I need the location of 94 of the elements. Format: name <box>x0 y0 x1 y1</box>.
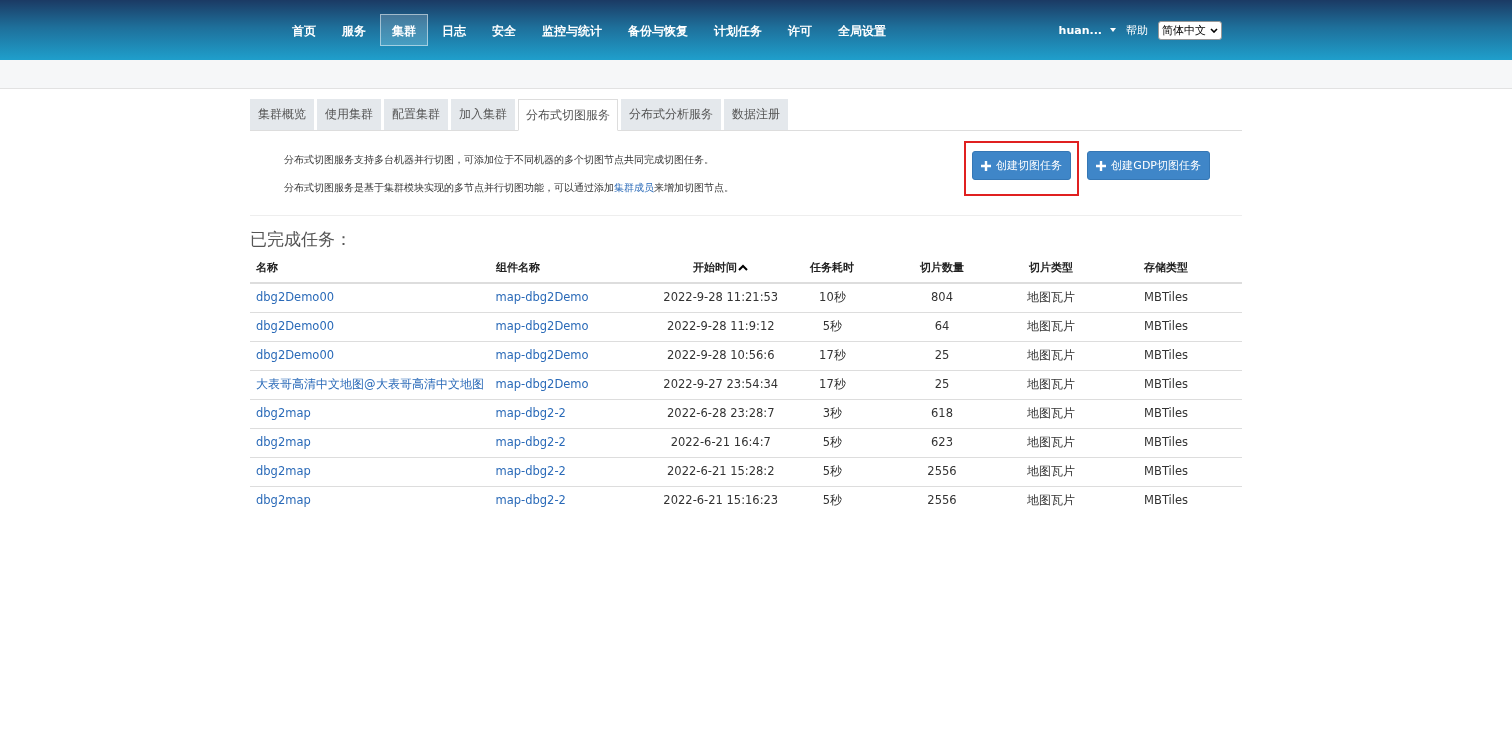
table-cell: 地图瓦片 <box>1027 435 1076 449</box>
tab[interactable]: 集群概览 <box>250 99 314 130</box>
column-header[interactable]: 切片类型 <box>1012 255 1091 283</box>
column-header[interactable]: 切片数量 <box>871 255 1013 283</box>
nav-item[interactable]: 首页 <box>280 14 328 46</box>
table-cell: 2022-9-28 10:56:6 <box>667 348 775 362</box>
column-header[interactable]: 名称 <box>250 255 490 283</box>
tab[interactable]: 数据注册 <box>724 99 788 130</box>
create-task-button[interactable]: 创建GDP切图任务 <box>1087 151 1210 180</box>
table-link[interactable]: dbg2Demo00 <box>256 290 335 304</box>
nav-item[interactable]: 日志 <box>430 14 478 46</box>
column-header[interactable]: 存储类型 <box>1090 255 1242 283</box>
table-cell: 2022-6-21 15:16:23 <box>663 493 779 507</box>
table-cell: 618 <box>931 406 953 420</box>
table-cell: 地图瓦片 <box>1027 464 1076 478</box>
table-cell: 25 <box>934 377 950 391</box>
table-link[interactable]: map-dbg2-2 <box>495 464 566 478</box>
table-cell: 804 <box>931 290 953 304</box>
table-link[interactable]: map-dbg2-2 <box>495 493 566 507</box>
table-cell: 2022-9-27 23:54:34 <box>663 377 779 391</box>
table-cell: 5秒 <box>822 493 843 507</box>
tab[interactable]: 加入集群 <box>451 99 515 130</box>
column-header[interactable]: 组件名称 <box>489 255 649 283</box>
caret-icon <box>1110 28 1116 32</box>
table-cell: 2022-6-21 15:28:2 <box>667 464 775 478</box>
table-cell: 2556 <box>927 493 957 507</box>
table-cell: MBTiles <box>1144 464 1189 478</box>
table-cell: MBTiles <box>1144 377 1189 391</box>
plus-icon <box>1096 160 1107 171</box>
table-link[interactable]: dbg2Demo00 <box>256 348 335 362</box>
nav-item[interactable]: 集群 <box>380 14 428 46</box>
table-cell: MBTiles <box>1144 348 1189 362</box>
tab[interactable]: 分布式分析服务 <box>621 99 721 130</box>
table-link[interactable]: map-dbg2-2 <box>495 406 566 420</box>
plus-icon <box>981 160 992 171</box>
sort-up-icon <box>738 264 749 271</box>
section-title: 已完成任务： <box>250 228 353 251</box>
table-cell: 地图瓦片 <box>1027 377 1076 391</box>
table-link[interactable]: 大表哥高清中文地图@大表哥高清中文地图 <box>256 377 484 391</box>
table-link[interactable]: dbg2map <box>256 464 311 478</box>
column-header[interactable]: 开始时间 <box>648 255 794 283</box>
table-link[interactable]: dbg2map <box>256 406 311 420</box>
create-task-button[interactable]: 创建切图任务 <box>972 151 1072 180</box>
table-cell: MBTiles <box>1144 319 1189 333</box>
table-link[interactable]: map-dbg2-2 <box>495 435 566 449</box>
table-cell: 2022-6-28 23:28:7 <box>667 406 775 420</box>
nav-item[interactable]: 许可 <box>776 14 824 46</box>
nav-item[interactable]: 监控与统计 <box>530 14 614 46</box>
help-link[interactable]: 帮助 <box>1126 22 1148 38</box>
table-link[interactable]: map-dbg2Demo <box>495 290 589 304</box>
description-text: 分布式切图服务是基于集群模块实现的多节点并行切图功能，可以通过添加集群成员来增加切图节点。 <box>284 181 734 195</box>
table-link[interactable]: map-dbg2Demo <box>495 377 589 391</box>
table-link[interactable]: dbg2map <box>256 493 311 507</box>
table-cell: 17秒 <box>819 348 846 362</box>
nav-item[interactable]: 服务 <box>330 14 378 46</box>
cluster-members-link[interactable]: 集群成员 <box>614 182 654 193</box>
table-cell: 地图瓦片 <box>1027 406 1076 420</box>
table-cell: MBTiles <box>1144 493 1189 507</box>
description-text: 分布式切图服务支持多台机器并行切图，可添加位于不同机器的多个切图节点共同完成切图任务。 <box>284 153 715 167</box>
table-cell: 5秒 <box>822 464 843 478</box>
tab[interactable]: 使用集群 <box>317 99 381 130</box>
table-cell: 2022-6-21 16:4:7 <box>670 435 771 449</box>
nav-item[interactable]: 计划任务 <box>702 14 774 46</box>
table-cell: 17秒 <box>819 377 846 391</box>
tab[interactable]: 分布式切图服务 <box>518 99 618 131</box>
table-cell: 地图瓦片 <box>1027 319 1076 333</box>
nav-item[interactable]: 安全 <box>480 14 528 46</box>
table-link[interactable]: map-dbg2Demo <box>495 319 589 333</box>
nav-item[interactable]: 备份与恢复 <box>616 14 700 46</box>
table-cell: 623 <box>931 435 953 449</box>
table-link[interactable]: dbg2map <box>256 435 311 449</box>
chevron-down-icon <box>1210 27 1218 33</box>
table-cell: 2556 <box>927 464 957 478</box>
column-header[interactable]: 任务耗时 <box>793 255 872 283</box>
table-cell: 地图瓦片 <box>1027 348 1076 362</box>
table-cell: 2022-9-28 11:21:53 <box>663 290 779 304</box>
table-cell: 5秒 <box>822 319 843 333</box>
table-cell: 地图瓦片 <box>1027 493 1076 507</box>
table-cell: 地图瓦片 <box>1027 290 1076 304</box>
table-cell: 2022-9-28 11:9:12 <box>667 319 775 333</box>
table-cell: MBTiles <box>1144 290 1189 304</box>
table-link[interactable]: map-dbg2Demo <box>495 348 589 362</box>
tab[interactable]: 配置集群 <box>384 99 448 130</box>
table-cell: 64 <box>934 319 950 333</box>
table-cell: MBTiles <box>1144 406 1189 420</box>
language-select[interactable]: 简体中文 <box>1158 20 1222 40</box>
table-link[interactable]: dbg2Demo00 <box>256 319 335 333</box>
table-cell: MBTiles <box>1144 435 1189 449</box>
table-cell: 25 <box>934 348 950 362</box>
table-cell: 3秒 <box>822 406 843 420</box>
table-cell: 10秒 <box>819 290 846 304</box>
table-cell: 5秒 <box>822 435 843 449</box>
nav-item[interactable]: 全局设置 <box>826 14 898 46</box>
user-menu[interactable]: huan... <box>1058 23 1116 37</box>
